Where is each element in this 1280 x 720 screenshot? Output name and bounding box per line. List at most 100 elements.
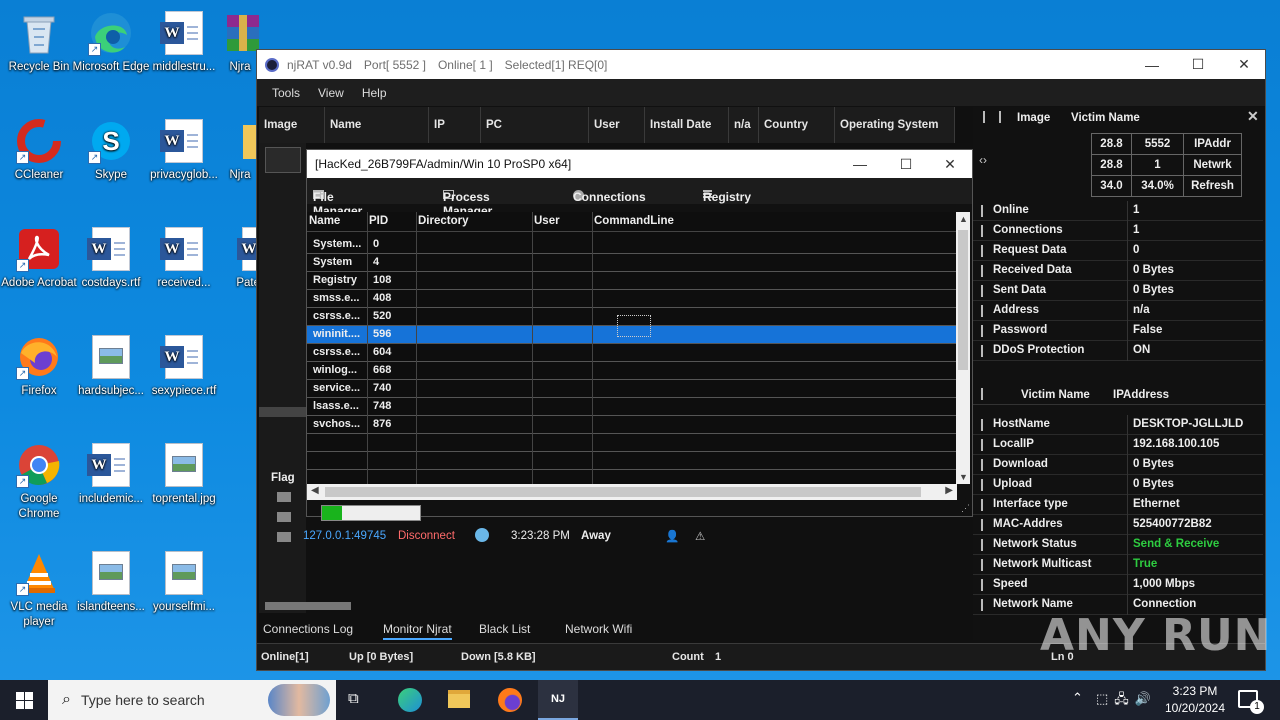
desktop-icon-pate[interactable]: W Pate bbox=[220, 224, 260, 291]
desktop-icon-njrat-archive[interactable]: Njra bbox=[220, 8, 260, 75]
process-row[interactable]: svchos... 876 bbox=[307, 416, 957, 434]
tray-icons: ⬚🖧🔊 bbox=[1096, 691, 1157, 706]
col-ip[interactable]: IP bbox=[429, 107, 481, 143]
menu-help[interactable]: Help bbox=[353, 86, 396, 100]
col-os[interactable]: Operating System bbox=[835, 107, 955, 143]
col-image[interactable]: Image bbox=[259, 107, 325, 143]
firefox-taskbar-icon[interactable] bbox=[498, 688, 522, 712]
search-highlight-icon bbox=[268, 684, 330, 716]
flag-icon bbox=[277, 492, 291, 502]
process-row[interactable]: service... 740 bbox=[307, 380, 957, 398]
process-row[interactable]: Registry 108 bbox=[307, 272, 957, 290]
col-user[interactable]: User bbox=[589, 107, 645, 143]
process-row[interactable]: smss.e... 408 bbox=[307, 290, 957, 308]
desktop-icon-received[interactable]: W received... bbox=[145, 224, 223, 291]
process-row[interactable]: System 4 bbox=[307, 254, 957, 272]
desktop-icon-adobe-acrobat[interactable]: ↗ Adobe Acrobat bbox=[0, 224, 78, 291]
col-country[interactable]: Country bbox=[759, 107, 835, 143]
dialog-close-button[interactable]: ✕ bbox=[927, 150, 973, 178]
desktop-icon-sexypiece[interactable]: W sexypiece.rtf bbox=[145, 332, 223, 399]
desktop-icon-islandteens[interactable]: islandteens... bbox=[72, 548, 150, 615]
close-panel-icon[interactable]: ✕ bbox=[1247, 108, 1259, 125]
main-titlebar[interactable]: njRAT v0.9d Port[ 5552 ] Online[ 1 ] Sel… bbox=[257, 50, 1265, 79]
col-proc-name[interactable]: Name bbox=[309, 215, 340, 227]
col-pc[interactable]: PC bbox=[481, 107, 589, 143]
dialog-titlebar[interactable]: [HacKed_26B799FA/admin/Win 10 ProSP0 x64… bbox=[307, 150, 972, 178]
desktop-icon-costdays[interactable]: W costdays.rtf bbox=[72, 224, 150, 291]
search-box[interactable]: ⌕ Type here to search bbox=[48, 680, 336, 720]
ipaddr-button[interactable]: IPAddr bbox=[1183, 133, 1242, 155]
desktop-icon-firefox[interactable]: ↗ Firefox bbox=[0, 332, 78, 399]
desktop-icon-vlc[interactable]: ↗ VLC media player bbox=[0, 548, 78, 630]
victim-row: HostName DESKTOP-JGLLJLD bbox=[973, 415, 1263, 435]
close-button[interactable]: ✕ bbox=[1221, 50, 1267, 79]
refresh-button[interactable]: Refresh bbox=[1183, 175, 1242, 197]
word-doc-icon: W bbox=[220, 226, 260, 272]
desktop-icon-edge[interactable]: ↗ Microsoft Edge bbox=[72, 8, 150, 75]
tab-black-list[interactable]: Black List bbox=[479, 622, 530, 636]
njrat-taskbar-icon[interactable]: NJ bbox=[538, 680, 578, 720]
horizontal-scrollbar[interactable]: ◀ ▶ bbox=[307, 484, 957, 500]
dialog-minimize-button[interactable]: — bbox=[837, 150, 883, 178]
clock[interactable]: 3:23 PM 10/20/2024 bbox=[1160, 683, 1230, 717]
tab-connections-log[interactable]: Connections Log bbox=[263, 622, 353, 636]
dialog-maximize-button[interactable]: ☐ bbox=[883, 150, 929, 178]
disconnect-link[interactable]: Disconnect bbox=[398, 530, 455, 542]
stat-row: DDoS Protection ON bbox=[973, 341, 1263, 361]
col-na[interactable]: n/a bbox=[729, 107, 759, 143]
process-list[interactable]: Name PID Directory User CommandLine Syst… bbox=[307, 212, 957, 484]
desktop-icon-skype[interactable]: S ↗ Skype bbox=[72, 116, 150, 183]
client-row[interactable]: 127.0.0.1:49745 Disconnect 3:23:28 PM Aw… bbox=[303, 527, 723, 547]
victim-row: MAC-Addres 525400772B82 bbox=[973, 515, 1263, 535]
process-list-header: Name PID Directory User CommandLine bbox=[307, 212, 957, 232]
horizontal-scrollbar[interactable] bbox=[265, 602, 351, 610]
info-panel: Image Victim Name ✕ ‹› 28.8 5552 IPAddr 28… bbox=[973, 107, 1265, 640]
desktop-icon-chrome[interactable]: ↗ Google Chrome bbox=[0, 440, 78, 522]
process-row[interactable]: winlog... 668 bbox=[307, 362, 957, 380]
maximize-button[interactable]: ☐ bbox=[1175, 50, 1221, 79]
expand-icon[interactable]: ‹› bbox=[979, 153, 987, 167]
process-row[interactable]: lsass.e... 748 bbox=[307, 398, 957, 416]
tab-network-wifi[interactable]: Network Wifi bbox=[565, 622, 632, 636]
search-icon: ⌕ bbox=[62, 691, 71, 708]
netwrk-button[interactable]: Netwrk bbox=[1183, 154, 1242, 176]
col-install-date[interactable]: Install Date bbox=[645, 107, 729, 143]
desktop-icon-ccleaner[interactable]: ↗ CCleaner bbox=[0, 116, 78, 183]
col-directory[interactable]: Directory bbox=[418, 215, 469, 227]
desktop-icon-njrat-folder[interactable]: Njra bbox=[220, 116, 260, 183]
image-file-icon bbox=[161, 550, 207, 596]
menu-view[interactable]: View bbox=[309, 86, 353, 100]
edge-taskbar-icon[interactable] bbox=[398, 688, 422, 712]
explorer-taskbar-icon[interactable] bbox=[448, 690, 470, 708]
col-commandline[interactable]: CommandLine bbox=[594, 215, 674, 227]
word-doc-icon: W bbox=[160, 334, 207, 380]
desktop-icon-recycle-bin[interactable]: Recycle Bin bbox=[0, 8, 78, 75]
tray-chevron-icon[interactable]: ⌃ bbox=[1072, 690, 1083, 706]
process-row[interactable]: System... 0 bbox=[307, 236, 957, 254]
remote-manager-dialog[interactable]: [HacKed_26B799FA/admin/Win 10 ProSP0 x64… bbox=[306, 149, 973, 521]
start-button[interactable] bbox=[0, 680, 48, 720]
col-pid[interactable]: PID bbox=[369, 215, 388, 227]
desktop-icon-yourselfmi[interactable]: yourselfmi... bbox=[145, 548, 223, 615]
process-row[interactable]: csrss.e... 604 bbox=[307, 344, 957, 362]
menu-tools[interactable]: Tools bbox=[263, 86, 309, 100]
minimize-button[interactable]: — bbox=[1129, 50, 1175, 79]
task-view-icon[interactable]: ⧉ bbox=[348, 690, 368, 710]
col-user[interactable]: User bbox=[534, 215, 560, 227]
victim-header: Victim Name IPAddress bbox=[973, 383, 1265, 405]
desktop-icon-hardsubjec[interactable]: hardsubjec... bbox=[72, 332, 150, 399]
word-doc-icon: W bbox=[160, 118, 207, 164]
port-indicator: Port[ 5552 ] bbox=[363, 57, 426, 72]
col-name[interactable]: Name bbox=[325, 107, 429, 143]
online-indicator: Online[ 1 ] bbox=[437, 57, 493, 72]
status-down: Down [5.8 KB] bbox=[461, 651, 536, 663]
resize-grip[interactable]: ⋰ bbox=[961, 503, 970, 514]
desktop-icon-privacyglob[interactable]: W privacyglob... bbox=[145, 116, 223, 183]
desktop-icon-includemic[interactable]: W includemic... bbox=[72, 440, 150, 507]
desktop-icon-toprental[interactable]: toprental.jpg bbox=[145, 440, 223, 507]
desktop-icon-middlestru[interactable]: W middlestru... bbox=[145, 8, 223, 75]
tab-monitor-njrat[interactable]: Monitor Njrat bbox=[383, 622, 452, 640]
app-title: njRAT v0.9d bbox=[287, 57, 352, 72]
vertical-scrollbar[interactable]: ▲ ▼ bbox=[956, 212, 970, 484]
client-thumbnail[interactable] bbox=[265, 147, 301, 173]
